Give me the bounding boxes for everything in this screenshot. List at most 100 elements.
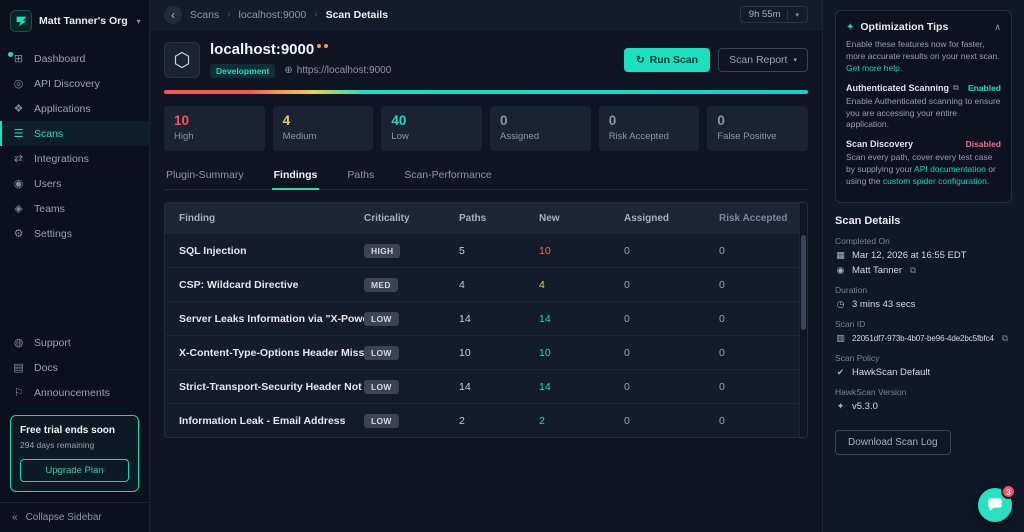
sidebar-item-label: Scans [34,127,64,140]
column-header-risk-accepted[interactable]: Risk Accepted [719,213,789,224]
stat-card-false-positive[interactable]: 0 False Positive [707,106,809,151]
table-row[interactable]: CSP: Wildcard Directive MED 4 4 0 0 [165,267,807,301]
risk-accepted-cell: 0 [719,346,725,359]
scan-discovery-desc: Scan every path, cover every test case b… [846,152,1001,188]
download-scan-log-button[interactable]: Download Scan Log [835,430,951,456]
chevron-down-icon: ▾ [136,16,141,26]
docs-icon: ▤ [13,362,24,374]
back-button[interactable]: ‹ [164,5,182,24]
table-row[interactable]: Strict-Transport-Security Header Not ...… [165,369,807,403]
stat-label: Assigned [500,131,540,142]
table-row[interactable]: SQL Injection HIGH 5 10 0 0 [165,233,807,267]
stat-card-medium[interactable]: 4 Medium [272,106,374,151]
sidebar-item-scans[interactable]: ☰ Scans [0,121,149,146]
criticality-cell: HIGH [364,243,459,258]
completed-date: Mar 12, 2026 at 16:55 EDT [852,250,967,262]
sidebar-item-teams[interactable]: ◈ Teams [0,196,149,221]
sidebar-item-support[interactable]: ◍ Support [0,330,149,355]
upgrade-plan-button[interactable]: Upgrade Plan [20,459,129,482]
stat-card-risk-accepted[interactable]: 0 Risk Accepted [598,106,700,151]
copy-icon[interactable]: ⧉ [1002,333,1008,344]
column-header-paths[interactable]: Paths [459,213,539,224]
get-more-help-link[interactable]: Get more help. [846,63,902,73]
criticality-cell: LOW [364,311,459,326]
stat-card-low[interactable]: 40 Low [381,106,483,151]
criticality-cell: LOW [364,345,459,360]
stat-card-assigned[interactable]: 0 Assigned [490,106,591,151]
tab-paths[interactable]: Paths [345,165,376,189]
tab-findings[interactable]: Findings [271,165,320,190]
hawkscan-version-label: HawkScan Version [835,387,907,398]
sidebar-item-settings[interactable]: ⚙ Settings [0,221,149,246]
user-icon: ◉ [836,265,845,276]
findings-table: Finding Criticality Paths New Assigned R… [164,202,808,438]
sidebar-item-docs[interactable]: ▤ Docs [0,355,149,380]
breadcrumb-separator-icon: › [227,9,231,20]
copy-icon[interactable]: ⧉ [910,265,916,276]
header-actions: ↻ Run Scan Scan Report ▾ [623,48,808,72]
table-row[interactable]: Information Leak - Email Address LOW 2 2… [165,403,807,437]
scan-discovery-feature: Scan Discovery Disabled [846,139,1001,149]
settings-icon: ⚙ [13,228,24,240]
sidebar-item-announcements[interactable]: ⚐ Announcements [0,380,149,405]
feature-status: Disabled [965,139,1001,150]
criticality-badge: LOW [364,311,399,326]
tab-plugin-summary[interactable]: Plugin-Summary [164,165,246,189]
integrations-icon: ⇄ [13,153,24,165]
authenticated-scanning-desc: Enable Authenticated scanning to ensure … [846,95,1001,130]
sidebar-item-label: Teams [34,202,65,215]
app-url[interactable]: ⊕ https://localhost:9000 [284,65,391,76]
column-header-new[interactable]: New [539,213,624,224]
environment-badge: Development [210,63,276,78]
applications-icon: ❖ [13,103,24,115]
globe-icon: ⊕ [284,65,293,76]
sidebar-item-label: Users [34,177,62,190]
column-header-criticality[interactable]: Criticality [364,213,459,224]
page-title: localhost:9000 [210,41,315,58]
scans-icon: ☰ [13,128,24,140]
sidebar-item-integrations[interactable]: ⇄ Integrations [0,146,149,171]
stat-card-high[interactable]: 10 High [164,106,265,151]
notification-dot [8,52,13,57]
chevron-left-icon: ‹ [171,7,175,22]
sidebar-item-users[interactable]: ◉ Users [0,171,149,196]
api-documentation-link[interactable]: API documentation [914,164,986,174]
sidebar-item-label: Applications [34,102,91,115]
chevron-down-icon: ▾ [795,11,799,19]
sidebar-item-api-discovery[interactable]: ◎ API Discovery [0,71,149,96]
table-row[interactable]: Server Leaks Information via "X-Powe... … [165,301,807,335]
sidebar-item-label: API Discovery [34,77,100,90]
sidebar-item-dashboard[interactable]: ⊞ Dashboard [0,46,149,71]
hawkscan-version-row: ✦ v5.3.0 [835,401,1012,412]
chevron-up-icon[interactable]: ∧ [994,22,1001,33]
table-row[interactable]: X-Content-Type-Options Header Miss... LO… [165,335,807,369]
collapse-sidebar-button[interactable]: « Collapse Sidebar [0,502,149,532]
paths-cell: 5 [459,244,465,257]
right-panel: ✦ Optimization Tips ∧ Enable these featu… [822,0,1024,532]
finding-name: X-Content-Type-Options Header Miss... [179,346,364,359]
custom-spider-config-link[interactable]: custom spider configuration [883,176,987,186]
org-switcher[interactable]: Matt Tanner's Org ▾ [0,0,149,42]
chat-widget-button[interactable]: 3 [978,484,1016,522]
new-findings-dot [317,44,322,48]
sidebar-nav: ⊞ Dashboard ◎ API Discovery ❖ Applicatio… [0,46,149,246]
run-scan-button[interactable]: ↻ Run Scan [623,48,711,72]
scan-report-button[interactable]: Scan Report ▾ [718,48,808,72]
scan-timer-dropdown[interactable]: 9h 55m ▾ [739,6,808,23]
breadcrumb-scans[interactable]: Scans [190,9,219,21]
scan-policy-label: Scan Policy [835,353,880,364]
table-scrollbar[interactable] [799,203,807,437]
sidebar-item-applications[interactable]: ❖ Applications [0,96,149,121]
scan-id-label: Scan ID [835,319,866,330]
feature-name-link[interactable]: Authenticated Scanning [846,83,949,93]
risk-accepted-cell: 0 [719,414,725,427]
column-header-finding[interactable]: Finding [179,213,364,224]
column-header-assigned[interactable]: Assigned [624,213,719,224]
tab-scan-performance[interactable]: Scan-Performance [402,165,494,189]
scrollbar-thumb[interactable] [801,235,806,330]
stat-value: 10 [174,113,190,128]
breadcrumb-app[interactable]: localhost:9000 [239,9,307,21]
org-name: Matt Tanner's Org [39,15,128,27]
scan-id-row: ▥ 22051df7-973b-4b07-be96-4de2bc5fbfc4 ⧉ [835,333,1012,344]
stackhawk-logo [10,10,32,32]
